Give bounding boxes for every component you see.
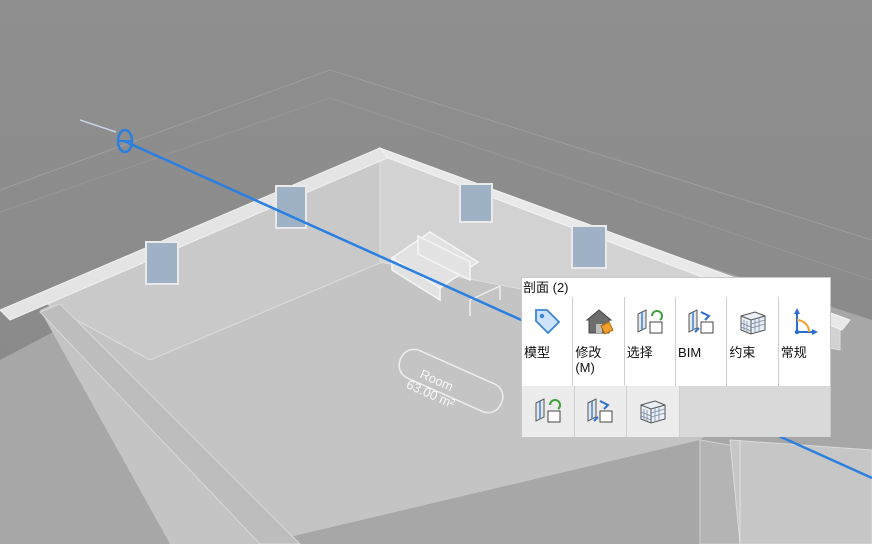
tab-constraint[interactable]: 约束 xyxy=(727,297,779,386)
tab-modify-label: 修改 (M) xyxy=(575,345,602,375)
tab-bim[interactable]: BIM xyxy=(676,297,728,386)
quick-grid-button[interactable] xyxy=(627,386,680,437)
tab-constraint-label: 约束 xyxy=(729,345,756,360)
tab-model[interactable]: 模型 xyxy=(522,297,574,386)
tab-general-label: 常规 xyxy=(780,345,807,360)
quad-menu-title: 剖面 (2) xyxy=(522,278,830,297)
model-viewport[interactable]: Room 63.00 m² xyxy=(0,0,872,544)
quick-select-button[interactable] xyxy=(522,386,575,437)
section-bim-icon xyxy=(575,386,627,434)
grid-box-icon xyxy=(727,297,777,345)
section-bim-icon xyxy=(676,297,726,345)
grid-box-icon xyxy=(627,386,679,434)
tab-select-label: 选择 xyxy=(626,345,653,360)
quad-menu: 剖面 (2) 模型 修改 (M) 选择 BIM 约束 常规 xyxy=(521,277,831,437)
3d-model-scene xyxy=(0,0,872,544)
tab-general[interactable]: 常规 xyxy=(778,297,831,386)
quad-menu-empty-area xyxy=(679,386,830,437)
section-select-icon xyxy=(522,386,574,434)
tab-select[interactable]: 选择 xyxy=(624,297,677,386)
quick-bim-button[interactable] xyxy=(574,386,628,437)
tab-bim-label: BIM xyxy=(678,345,702,360)
house-modify-icon xyxy=(573,297,623,345)
tab-modify[interactable]: 修改 (M) xyxy=(573,297,625,386)
tab-model-label: 模型 xyxy=(524,345,551,360)
section-select-icon xyxy=(625,297,675,345)
tag-icon xyxy=(522,297,572,345)
axis-angle-icon xyxy=(779,297,830,345)
